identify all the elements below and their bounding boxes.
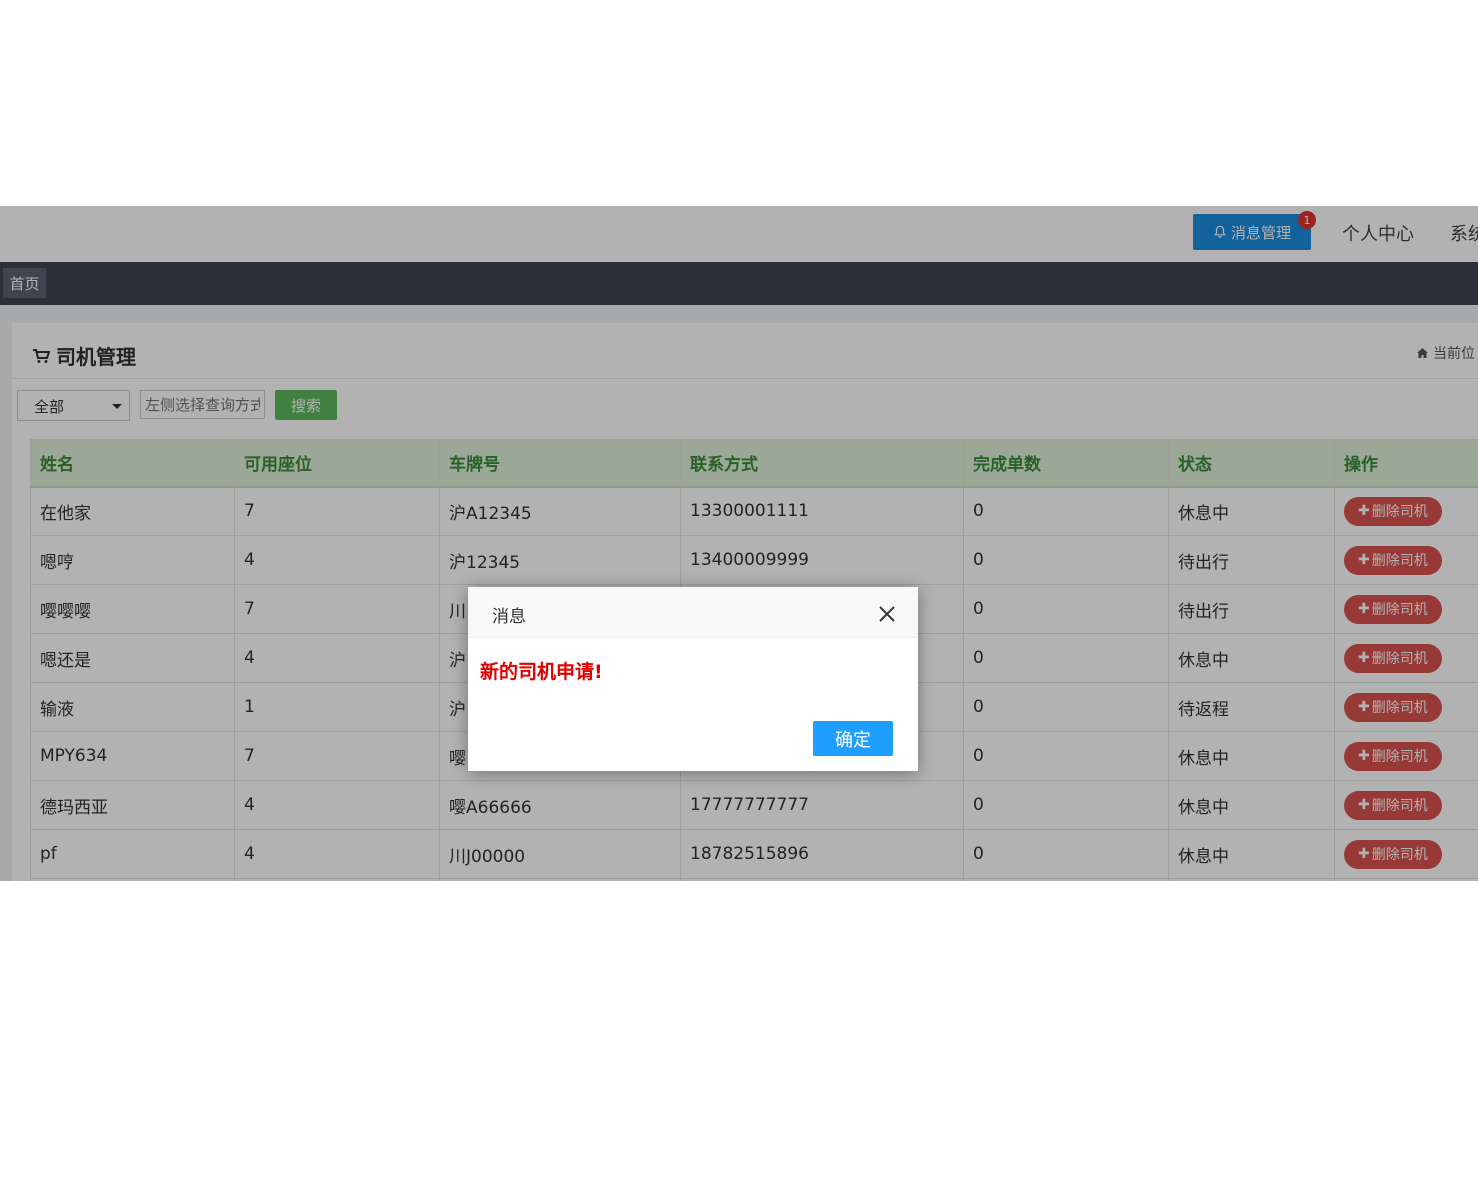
close-icon[interactable] [876, 603, 898, 625]
app-screenshot: 消息管理 1 个人中心 系统 首页 司机管理 当前位 全部 搜索 [0, 206, 1478, 881]
message-dialog: 消息 新的司机申请! 确定 [468, 587, 918, 771]
dialog-header: 消息 [468, 587, 918, 638]
confirm-button[interactable]: 确定 [813, 721, 893, 756]
modal-overlay[interactable] [0, 206, 1478, 881]
dialog-title: 消息 [492, 607, 526, 627]
dialog-message: 新的司机申请! [480, 661, 603, 683]
